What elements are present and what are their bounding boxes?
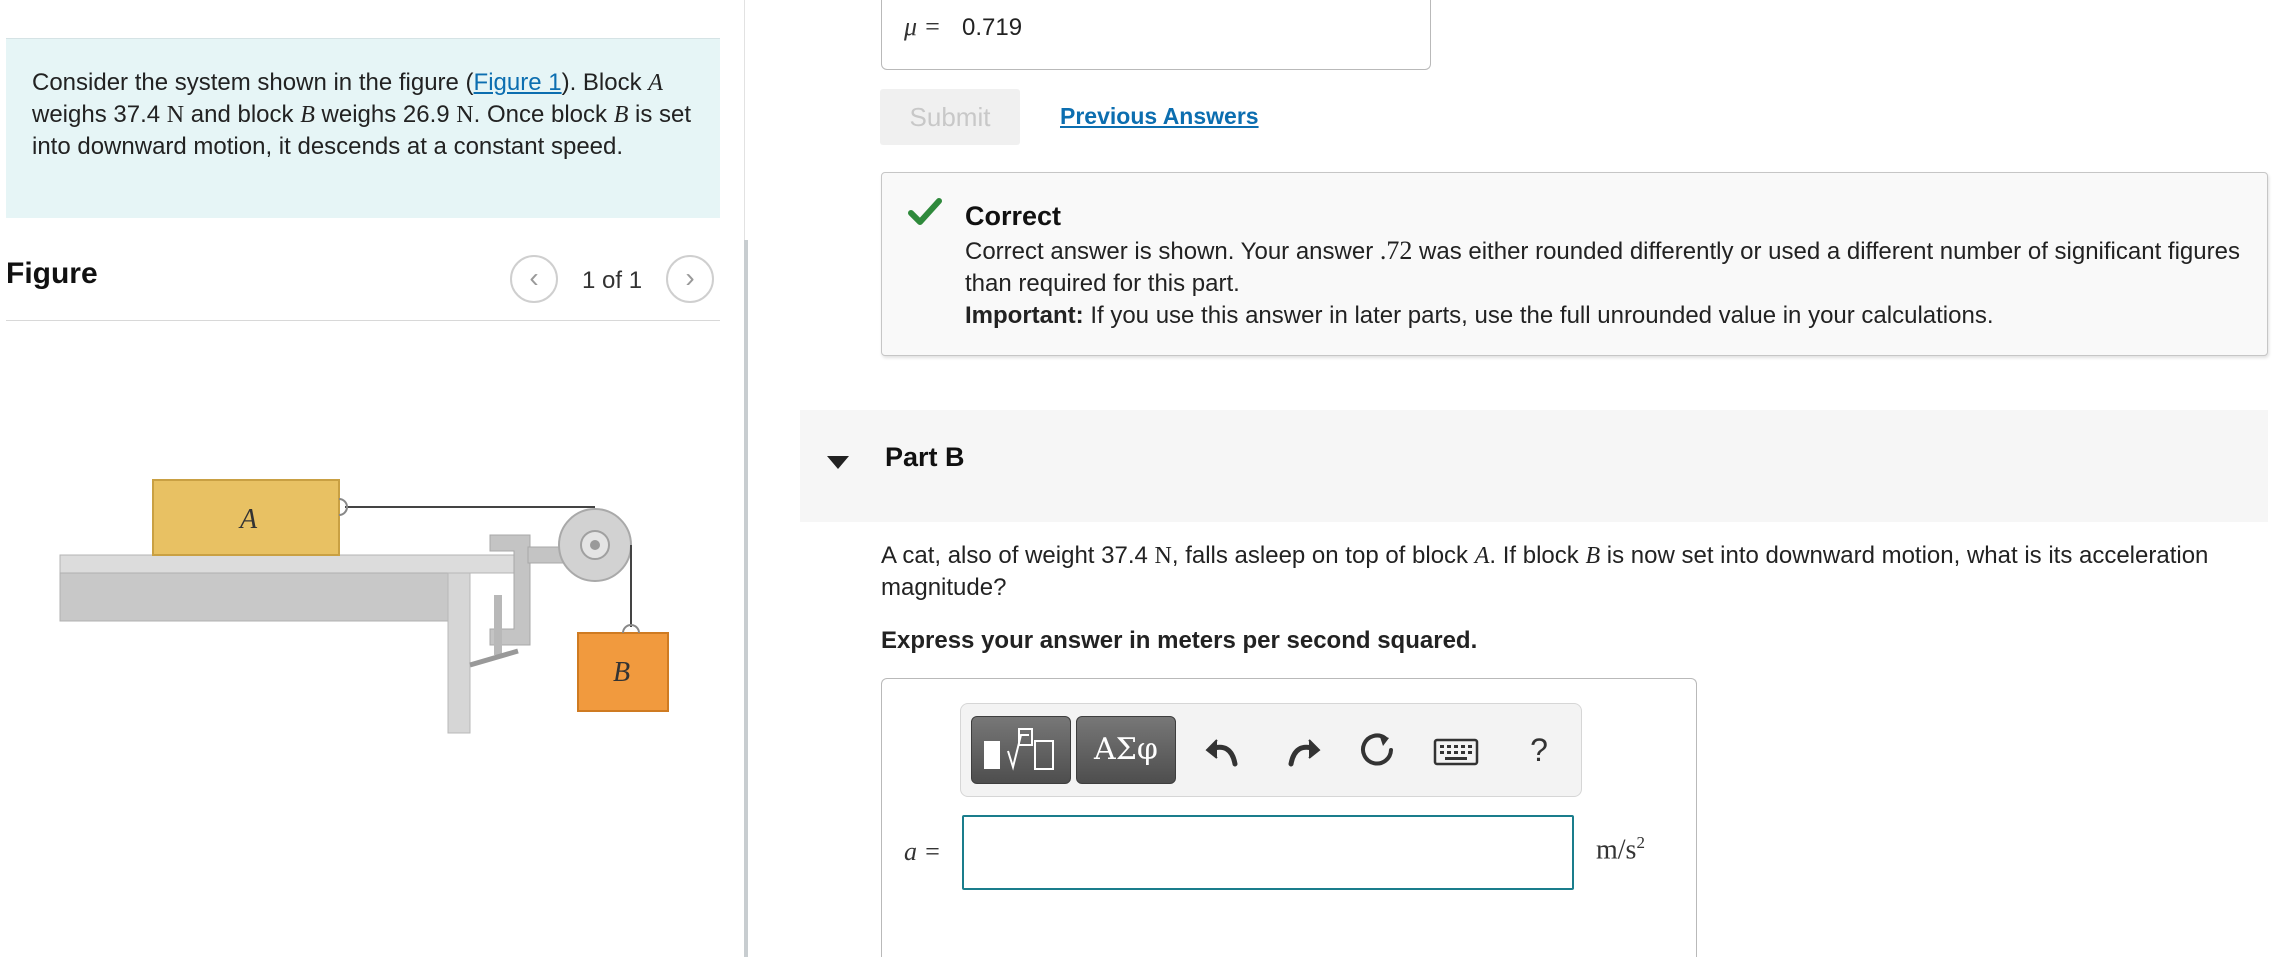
acceleration-label: a = [904,837,942,866]
unit-exponent: 2 [1636,833,1645,852]
pulley-system-figure: A B [59,479,669,734]
table-edge [59,572,461,622]
your-answer-value: .72 [1379,236,1413,265]
figure-header: Figure ‹ 1 of 1 › [6,245,720,321]
problem-text: and block [184,101,301,128]
acceleration-input[interactable] [962,815,1574,890]
figure-counter: 1 of 1 [582,267,643,294]
block-a-symbol: A [1474,543,1490,569]
answer-instruction: Express your answer in meters per second… [881,627,1478,654]
reset-icon [1361,733,1393,766]
chevron-right-icon: › [685,262,695,293]
problem-text: weighs 26.9 [314,101,457,128]
problem-text: . Once block [473,101,614,128]
newton-unit: N [166,102,185,128]
important-text: If you use this answer in later parts, u… [1083,302,1994,329]
keyboard-button[interactable] [1431,728,1483,772]
important-label: Important: [965,302,1084,329]
next-figure-button[interactable]: › [666,255,714,303]
block-a-label: A [238,504,258,535]
previous-answers-link[interactable]: Previous Answers [1060,103,1259,130]
feedback-correct-box: Correct Correct answer is shown. Your an… [881,172,2268,356]
newton-unit: N [456,102,474,128]
math-toolbar: ΑΣφ ? [960,703,1582,797]
mu-answer-value: 0.719 [962,14,1023,41]
block-a-symbol: A [648,70,663,96]
chevron-left-icon: ‹ [529,262,539,293]
pulley-axle [590,540,600,550]
figure-1-link[interactable]: Figure 1 [474,69,562,96]
check-icon [908,198,942,225]
block-b-symbol: B [613,102,629,128]
feedback-message: Correct answer is shown. Your answer .72… [965,235,2245,332]
unit-base: m/s [1596,834,1637,866]
undo-icon [1205,739,1238,767]
left-panel: Consider the system shown in the figure … [0,0,745,957]
table-top [59,554,521,574]
submit-button[interactable]: Submit [880,89,1020,145]
mu-label: μ = [904,12,942,41]
undo-button[interactable] [1203,728,1247,772]
question-text: A cat, also of weight 37.4 [881,542,1155,569]
feedback-text: Correct answer is shown. Your answer [965,238,1380,265]
part-b-question: A cat, also of weight 37.4 N, falls asle… [881,540,2221,604]
problem-text: ). Block [561,69,649,96]
templates-icon [984,728,1054,771]
unit-label: m/s2 [1596,833,1645,866]
templates-button[interactable] [971,716,1071,784]
question-text: . If block [1489,542,1586,569]
scrollbar-thumb[interactable] [744,240,748,957]
problem-statement: Consider the system shown in the figure … [6,38,720,218]
redo-button[interactable] [1279,728,1323,772]
feedback-title: Correct [965,201,1062,231]
block-b-symbol: B [300,102,315,128]
block-b-symbol: B [1585,543,1601,569]
help-button[interactable]: ? [1517,728,1561,772]
symbols-button[interactable]: ΑΣφ [1076,716,1176,784]
figure-title: Figure [6,257,98,290]
reset-button[interactable] [1355,728,1399,772]
clamp-screw [494,595,502,655]
newton-unit: N [1154,543,1172,569]
problem-text: Consider the system shown in the figure … [32,69,474,96]
redo-icon [1288,739,1321,767]
previous-figure-button[interactable]: ‹ [510,255,558,303]
problem-text: weighs 37.4 [32,101,167,128]
caret-down-icon [827,456,849,469]
part-b-answer-box: ΑΣφ ? a = m/s2 [881,678,1697,957]
part-b-title: Part B [885,442,965,472]
table-leg [447,572,471,734]
question-text: , falls asleep on top of block [1171,542,1475,569]
part-b-header[interactable]: Part B [800,410,2268,522]
panel-scrollbar[interactable] [744,0,748,957]
part-a-answer-box: μ = 0.719 [881,0,1431,70]
block-b-label: B [613,657,630,688]
keyboard-icon [1433,738,1479,766]
